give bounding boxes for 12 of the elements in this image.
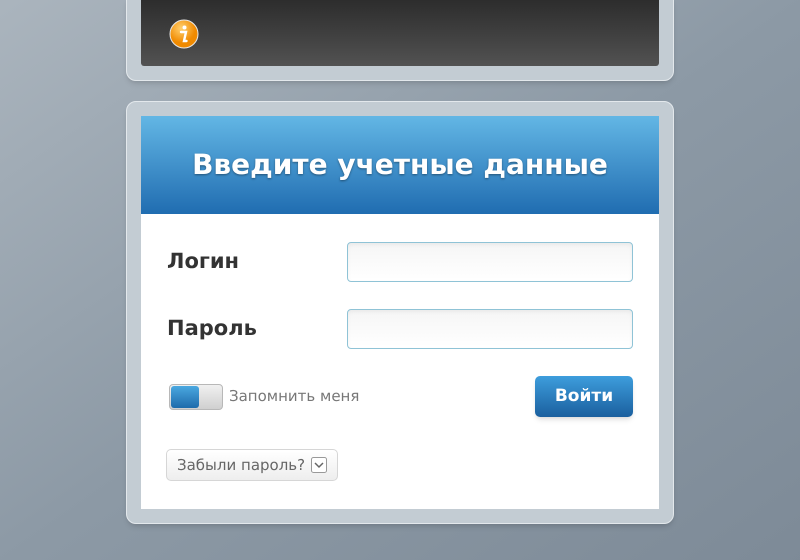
remember-toggle[interactable] [169, 384, 223, 410]
chevron-down-icon [311, 457, 328, 473]
field-label: Пароль [167, 315, 257, 342]
login-button[interactable]: Войти [535, 376, 633, 417]
info-icon [169, 18, 199, 48]
input-field[interactable] [347, 309, 633, 349]
toggle-thumb [171, 386, 199, 408]
form-heading: Введите учетные данные [192, 147, 608, 183]
forgot-password-link[interactable]: Забыли пароль? [166, 449, 338, 481]
input-field[interactable] [347, 242, 633, 282]
field-label: Логин [167, 248, 240, 276]
remember-label: Запомнить меня [229, 386, 360, 408]
